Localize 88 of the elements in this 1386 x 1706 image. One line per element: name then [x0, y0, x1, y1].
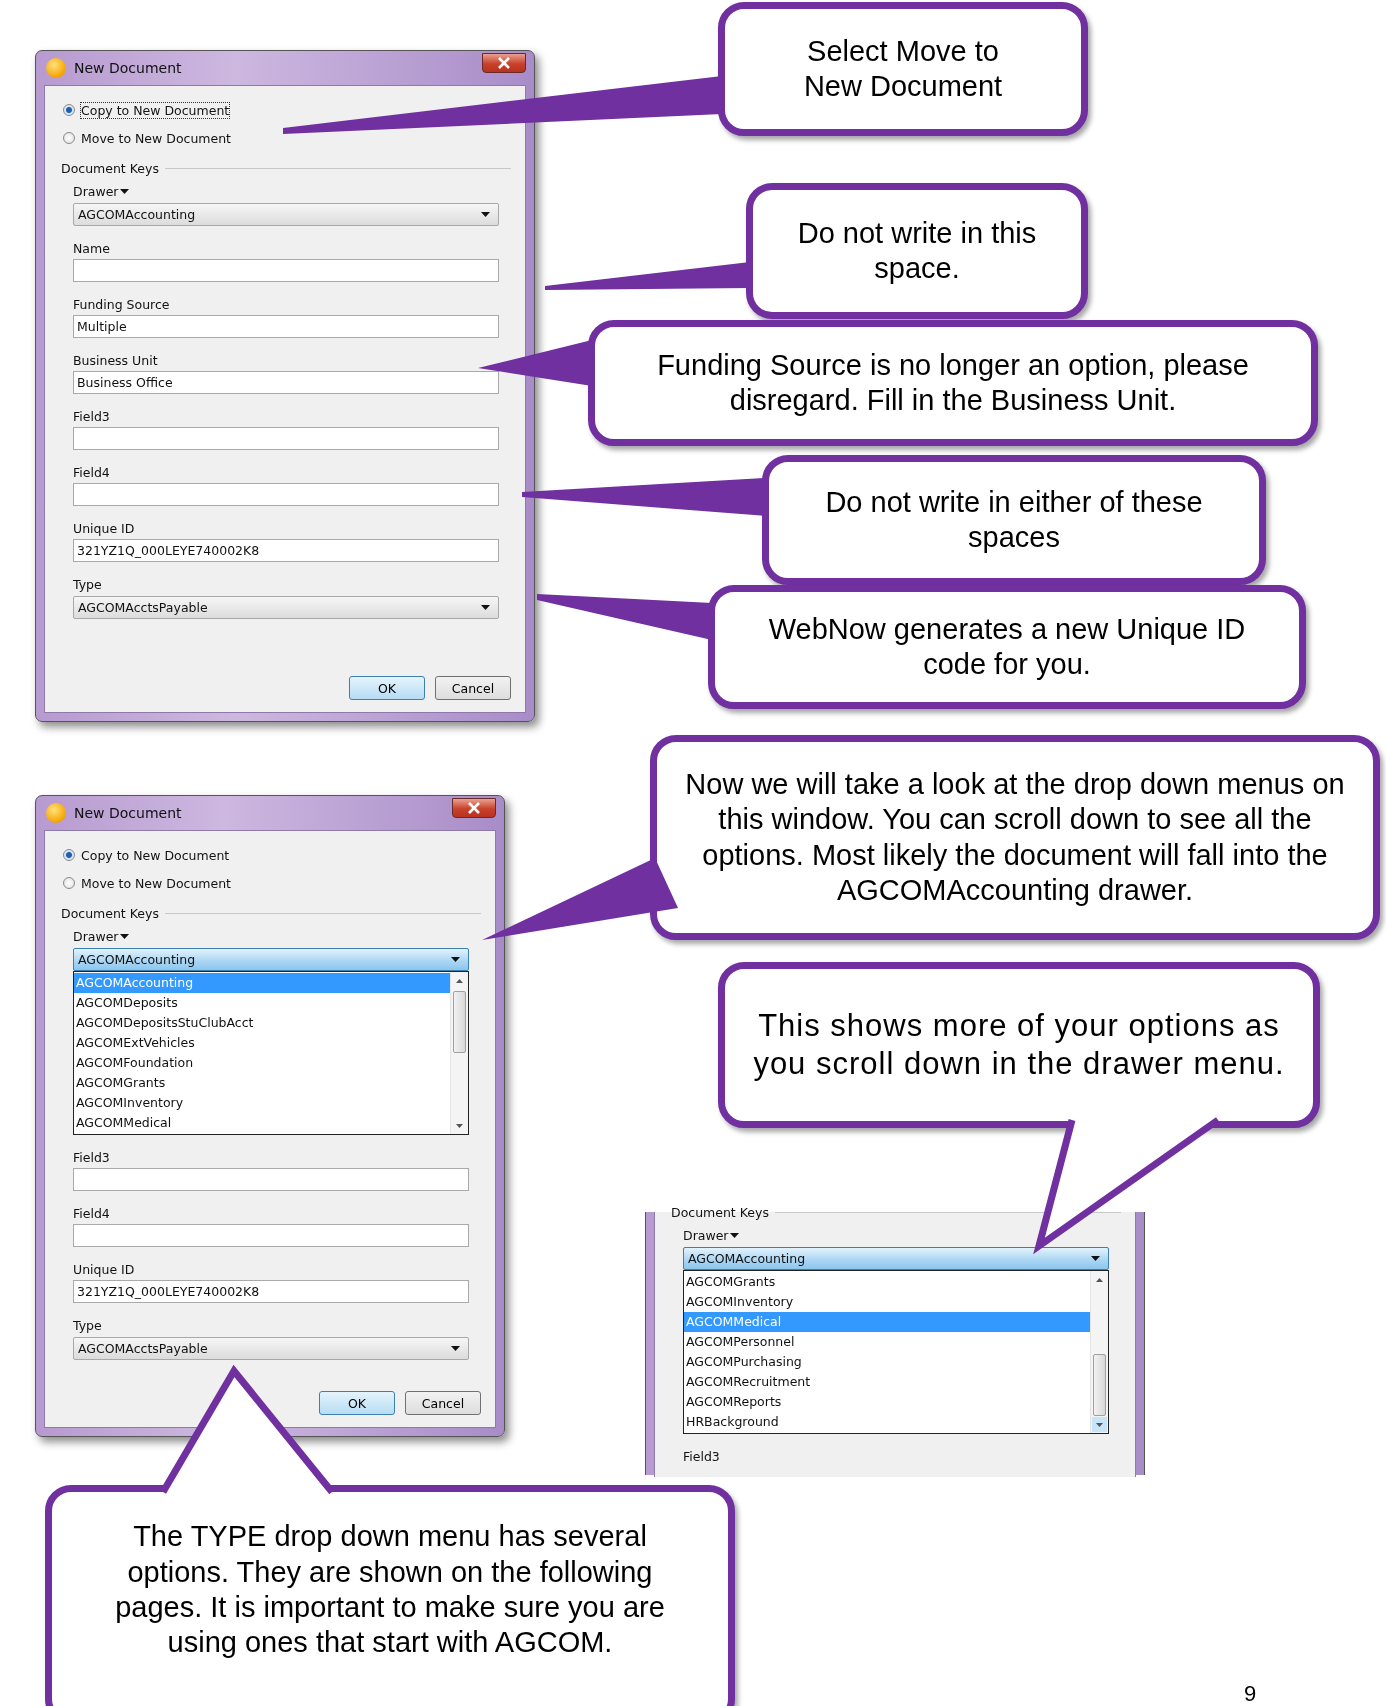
close-button[interactable] — [482, 53, 526, 73]
callout-text: WebNow generates a new Unique ID code for you. — [767, 611, 1247, 682]
list-item[interactable]: AGCOMInventory — [74, 1093, 450, 1113]
text-field[interactable] — [73, 259, 499, 282]
scrollbar[interactable] — [1090, 1271, 1108, 1433]
window-title: New Document — [74, 60, 183, 76]
field-label: Field4 — [73, 464, 111, 481]
list-item[interactable]: AGCOMExtVehicles — [74, 1033, 450, 1053]
drawer-dropdown[interactable]: AGCOMAccounting — [73, 203, 499, 226]
list-item[interactable]: AGCOMRecruitment — [684, 1372, 1090, 1392]
close-button[interactable] — [452, 798, 496, 818]
text-field[interactable]: 321YZ1Q_000LEYE740002K8 — [73, 1280, 469, 1303]
list-item[interactable]: AGCOMPersonnel — [684, 1332, 1090, 1352]
list-item[interactable]: AGCOMDepositsStuClubAcct — [74, 1013, 450, 1033]
list-item[interactable]: AGCOMPurchasing — [684, 1352, 1090, 1372]
callout-text: Do not write in this space. — [796, 215, 1038, 286]
callout-text: Select Move to New Document — [802, 33, 1004, 104]
field-label: Field3 — [683, 1448, 721, 1465]
option-label[interactable]: Move to New Document — [81, 875, 231, 891]
caret-icon — [451, 957, 460, 962]
option-label[interactable]: Copy to New Document — [81, 102, 230, 118]
field-label: Type — [73, 1317, 103, 1334]
callout-text: Now we will take a look at the drop down menus on this window. You can scroll down to see all the options. Most likely the document will fall into the AGCOMAccounting drawer. — [684, 766, 1346, 908]
text-field[interactable] — [73, 1224, 469, 1247]
ok-button[interactable]: OK — [349, 676, 425, 700]
app-icon — [46, 58, 66, 78]
field-label[interactable]: Drawer — [73, 182, 119, 200]
list-item[interactable]: AGCOMReports — [684, 1392, 1090, 1412]
list-item[interactable]: HRBackground — [684, 1412, 1090, 1432]
field-label: Unique ID — [73, 520, 136, 537]
radio-button[interactable] — [63, 104, 75, 116]
radio-button[interactable] — [63, 132, 75, 144]
field-label: Field3 — [73, 1149, 111, 1166]
field-label[interactable]: Drawer — [683, 1226, 729, 1244]
field-label: Name — [73, 240, 111, 257]
group-label: Document Keys — [61, 905, 159, 921]
radio-button[interactable] — [63, 849, 75, 861]
callout-text: Funding Source is no longer an option, please disregard. Fill in the Business Unit. — [656, 347, 1250, 418]
scroll-down-icon — [1092, 1417, 1107, 1432]
list-item[interactable]: AGCOMGrants — [74, 1073, 450, 1093]
type-dropdown[interactable]: AGCOMAcctsPayable — [73, 596, 499, 619]
callout-text: Do not write in either of these spaces — [824, 484, 1204, 555]
field-label: Funding Source — [73, 296, 171, 313]
cancel-button[interactable]: Cancel — [435, 676, 511, 700]
caret-icon — [120, 188, 130, 194]
close-icon — [467, 802, 481, 814]
scroll-thumb[interactable] — [453, 991, 466, 1053]
text-field[interactable]: 321YZ1Q_000LEYE740002K8 — [73, 539, 499, 562]
drawer-dropdown[interactable]: AGCOMAccounting — [683, 1247, 1109, 1270]
scrollbar[interactable] — [450, 972, 468, 1134]
caret-icon — [481, 212, 490, 217]
radio-button[interactable] — [63, 877, 75, 889]
list-item[interactable]: AGCOMInventory — [684, 1292, 1090, 1312]
group-label: Document Keys — [61, 160, 159, 176]
window-title: New Document — [74, 805, 183, 821]
field-label: Field4 — [73, 1205, 111, 1222]
page-number: 9 — [1244, 1681, 1257, 1706]
close-icon — [497, 57, 511, 69]
callout-text: The TYPE drop down menu has several options. They are shown on the following pages. It is important to make sure you are using ones that start with AGCOM. — [114, 1519, 666, 1661]
app-icon — [46, 803, 66, 823]
field-label: Field3 — [73, 408, 111, 425]
caret-icon — [730, 1232, 740, 1238]
field-label: Type — [73, 576, 103, 593]
callout-text: This shows more of your options as you scroll down in the drawer menu. — [752, 1007, 1286, 1083]
caret-icon — [481, 605, 490, 610]
text-field[interactable] — [73, 1168, 469, 1191]
caret-icon — [120, 933, 130, 939]
text-field[interactable] — [73, 427, 499, 450]
option-label[interactable]: Copy to New Document — [81, 847, 230, 863]
text-field[interactable]: Multiple — [73, 315, 499, 338]
list-item[interactable]: AGCOMMedical — [74, 1113, 450, 1133]
group-label: Document Keys — [671, 1204, 769, 1220]
type-dropdown[interactable]: AGCOMAcctsPayable — [73, 1337, 469, 1360]
ok-button[interactable]: OK — [319, 1391, 395, 1415]
scroll-thumb[interactable] — [1093, 1354, 1106, 1416]
list-item[interactable]: AGCOMDeposits — [74, 993, 450, 1013]
text-field[interactable] — [73, 483, 499, 506]
field-label: Business Unit — [73, 352, 159, 369]
field-label[interactable]: Drawer — [73, 927, 119, 945]
field-label: Unique ID — [73, 1261, 136, 1278]
caret-icon — [1091, 1256, 1100, 1261]
caret-icon — [451, 1346, 460, 1351]
list-item[interactable]: AGCOMFoundation — [74, 1053, 450, 1073]
cancel-button[interactable]: Cancel — [405, 1391, 481, 1415]
text-field[interactable]: Business Office — [73, 371, 499, 394]
list-item[interactable]: AGCOMGrants — [684, 1272, 1090, 1292]
drawer-dropdown[interactable]: AGCOMAccounting — [73, 948, 469, 971]
option-label[interactable]: Move to New Document — [81, 130, 231, 146]
